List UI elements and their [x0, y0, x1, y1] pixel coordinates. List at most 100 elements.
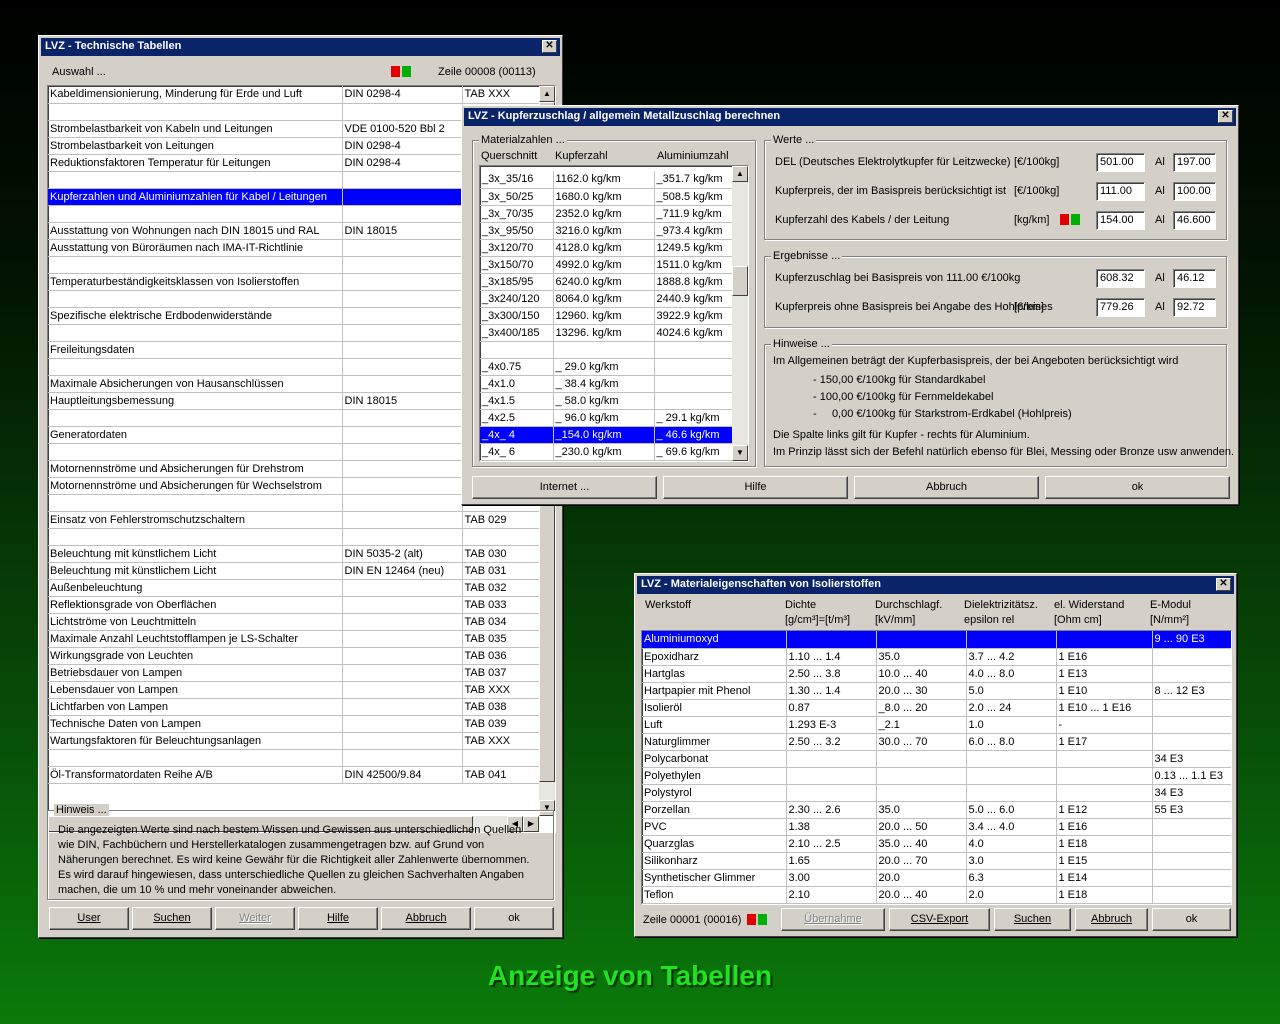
column-header: [N/mm²]	[1150, 614, 1190, 626]
material-row[interactable]: _4x2.5 _ 96.0 kg/km _ 29.1 kg/km	[480, 409, 733, 427]
ok-button[interactable]: ok	[1152, 908, 1231, 931]
isolierstoff-row[interactable]: Hartpapier mit Phenol 1.30 ... 1.4 20.0 ..…	[642, 682, 1231, 700]
table-row[interactable]: Technische Daten von Lampen TAB 039	[48, 715, 540, 733]
isolierstoff-row[interactable]: Quarzglas 2.10 ... 2.5 35.0 ... 40 4.0 1 E18	[642, 835, 1231, 853]
weiter-button[interactable]: Weiter	[215, 907, 295, 930]
isolierstoff-row[interactable]: Teflon 2.10 20.0 ... 40 2.0 1 E18	[642, 886, 1231, 904]
isolierstoff-row[interactable]: Isolieröl 0.87 _8.0 ... 20 2.0 ... 24 1 E10 …	[642, 699, 1231, 717]
ergebnis-cu-field[interactable]: 779.26	[1096, 298, 1145, 317]
material-row[interactable]: _3x120/70 4128.0 kg/km 1249.5 kg/km	[480, 239, 733, 257]
table-row[interactable]: Beleuchtung mit künstlichem Licht DIN 503…	[48, 545, 540, 563]
table-row[interactable]: Lebensdauer von Lampen TAB XXX	[48, 681, 540, 699]
table-cell: 3.7 ... 4.2	[966, 648, 1057, 666]
abbruch-button[interactable]: Abbruch	[854, 476, 1039, 499]
isolierstoff-row[interactable]: Aluminiumoxyd 9 ... 90 E3	[642, 631, 1231, 649]
table-row[interactable]: Beleuchtung mit künstlichem Licht DIN EN …	[48, 562, 540, 580]
material-row[interactable]: _3x240/120 8064.0 kg/km 2440.9 kg/km	[480, 290, 733, 308]
material-row[interactable]: _3x400/185 13296. kg/km 4024.6 kg/km	[480, 324, 733, 342]
scroll-thumb[interactable]	[732, 266, 748, 296]
hilfe-button[interactable]: Hilfe	[298, 907, 378, 930]
table-cell: 0.13 ... 1.1 E3	[1152, 767, 1231, 785]
isolierstoffe-list[interactable]: Aluminiumoxyd 9 ... 90 E3 Epoxidharz 1.10 .…	[641, 630, 1232, 905]
material-row[interactable]: _4x0.75 _ 29.0 kg/km	[480, 358, 733, 376]
isolierstoff-row[interactable]: Naturglimmer 2.50 ... 3.2 30.0 ... 70 6.0 .…	[642, 733, 1231, 751]
table-cell: 6.0 ... 8.0	[966, 733, 1057, 751]
table-row[interactable]: Außenbeleuchtung TAB 032	[48, 579, 540, 597]
isolierstoff-row[interactable]: PVC 1.38 20.0 ... 50 3.4 ... 4.0 1 E16	[642, 818, 1231, 836]
table-row[interactable]: Betriebsdauer von Lampen TAB 037	[48, 664, 540, 682]
table-row[interactable]	[48, 749, 540, 767]
window-title-bar[interactable]: LVZ - Kupferzuschlag / allgemein Metallz…	[464, 108, 1236, 126]
isolierstoff-row[interactable]: Polyethylen 0.13 ... 1.1 E3	[642, 767, 1231, 785]
material-row[interactable]: _3x300/150 12960. kg/km 3922.9 kg/km	[480, 307, 733, 325]
isolierstoff-row[interactable]: Luft 1.293 E-3 _2.1 1.0-	[642, 716, 1231, 734]
table-row[interactable]: Öl-Transformatordaten Reihe A/B DIN 42500…	[48, 766, 540, 784]
table-cell: Lichtfarben von Lampen	[48, 698, 343, 716]
material-row[interactable]: _4x1.5 _ 58.0 kg/km	[480, 392, 733, 410]
werte-cu-field[interactable]: 501.00	[1096, 153, 1145, 172]
scroll-up-icon[interactable]: ▲	[732, 166, 748, 182]
material-row[interactable]: _3x_95/50 3216.0 kg/km _973.4 kg/km	[480, 222, 733, 240]
material-row[interactable]: _3x150/70 4992.0 kg/km 1511.0 kg/km	[480, 256, 733, 274]
isolierstoff-row[interactable]: Epoxidharz 1.10 ... 1.4 35.0 3.7 ... 4.2 1 E…	[642, 648, 1231, 666]
uebernahme-button[interactable]: Übernahme	[781, 908, 885, 931]
isolierstoff-row[interactable]: Silikonharz 1.65 20.0 ... 70 3.0 1 E15	[642, 852, 1231, 870]
material-row[interactable]: _3x_35/16 1162.0 kg/km _351.7 kg/km	[480, 171, 733, 189]
close-icon[interactable]: ✕	[542, 40, 557, 53]
werte-al-field[interactable]: 46.600	[1173, 211, 1216, 230]
table-cell	[1056, 631, 1153, 649]
table-cell	[342, 732, 463, 750]
material-row[interactable]: _4x_ 4 _154.0 kg/km _ 46.6 kg/km	[480, 426, 733, 444]
material-row[interactable]: _4x1.0 _ 38.4 kg/km	[480, 375, 733, 393]
scroll-up-icon[interactable]: ▲	[539, 86, 555, 102]
isolierstoff-row[interactable]: Polystyrol 34 E3	[642, 784, 1231, 802]
isolierstoff-row[interactable]: Hartglas 2.50 ... 3.8 10.0 ... 40 4.0 ... 8…	[642, 665, 1231, 683]
ergebnis-cu-field[interactable]: 608.32	[1096, 269, 1145, 288]
isolierstoff-row[interactable]: Synthetischer Glimmer 3.00 20.0 6.3 1 E14	[642, 869, 1231, 887]
vertical-scrollbar[interactable]: ▲ ▼	[732, 166, 748, 461]
material-row[interactable]: _3x_70/35 2352.0 kg/km _711.9 kg/km	[480, 205, 733, 223]
table-row[interactable]: Maximale Anzahl Leuchtstofflampen je LS-…	[48, 630, 540, 648]
table-row[interactable]: Wartungsfaktoren für Beleuchtungsanlagen…	[48, 732, 540, 750]
table-row[interactable]: Wirkungsgrade von Leuchten TAB 036	[48, 647, 540, 665]
abbruch-button[interactable]: Abbruch	[381, 907, 471, 930]
table-row[interactable]: Lichtfarben von Lampen TAB 038	[48, 698, 540, 716]
window-kupferzuschlag: LVZ - Kupferzuschlag / allgemein Metallz…	[461, 105, 1239, 505]
werte-al-field[interactable]: 197.00	[1173, 153, 1216, 172]
internet-button[interactable]: Internet ...	[472, 476, 657, 499]
ok-button[interactable]: ok	[1045, 476, 1230, 499]
close-icon[interactable]: ✕	[1216, 578, 1231, 591]
materialzahlen-list[interactable]: _3x_35/16 1162.0 kg/km _351.7 kg/km _3x_50/…	[479, 165, 749, 462]
close-icon[interactable]: ✕	[1218, 110, 1233, 123]
table-row[interactable]	[48, 528, 540, 546]
user-button[interactable]: User	[49, 907, 129, 930]
ergebnis-al-field[interactable]: 92.72	[1173, 298, 1216, 317]
material-row[interactable]: _3x185/95 6240.0 kg/km 1888.8 kg/km	[480, 273, 733, 291]
hilfe-button[interactable]: Hilfe	[663, 476, 848, 499]
table-row[interactable]: Kabeldimensionierung, Minderung für Erde…	[48, 86, 540, 104]
isolierstoff-row[interactable]: Porzellan 2.30 ... 2.6 35.0 5.0 ... 6.0 1 E1…	[642, 801, 1231, 819]
table-row[interactable]: Einsatz von Fehlerstromschutzschaltern TA…	[48, 511, 540, 529]
window-title-bar[interactable]: LVZ - Materialeigenschaften von Isoliers…	[637, 576, 1234, 594]
scroll-down-icon[interactable]: ▼	[732, 445, 748, 461]
window-title-bar[interactable]: LVZ - Technische Tabellen ✕	[41, 38, 560, 56]
ergebnis-al-field[interactable]: 46.12	[1173, 269, 1216, 288]
material-row[interactable]: _3x_50/25 1680.0 kg/km _508.5 kg/km	[480, 188, 733, 206]
csv-export-button[interactable]: CSV-Export	[889, 908, 990, 931]
werte-cu-field[interactable]: 154.00	[1096, 211, 1145, 230]
ok-button[interactable]: ok	[474, 907, 554, 930]
material-row[interactable]	[480, 341, 733, 359]
werte-cu-field[interactable]: 111.00	[1096, 182, 1145, 201]
isolierstoff-row[interactable]: Polycarbonat 34 E3	[642, 750, 1231, 768]
table-cell	[342, 324, 463, 342]
table-row[interactable]: Lichtströme von Leuchtmitteln TAB 034	[48, 613, 540, 631]
table-cell	[342, 511, 463, 529]
material-row[interactable]: _4x_ 6 _230.0 kg/km _ 69.6 kg/km	[480, 443, 733, 461]
table-row[interactable]: Reflektionsgrade von Oberflächen TAB 033	[48, 596, 540, 614]
suchen-button[interactable]: Suchen	[132, 907, 212, 930]
table-cell	[553, 341, 655, 359]
suchen-button[interactable]: Suchen	[994, 908, 1071, 931]
werte-al-field[interactable]: 100.00	[1173, 182, 1216, 201]
abbruch-button[interactable]: Abbruch	[1075, 908, 1148, 931]
table-cell: Naturglimmer	[642, 733, 787, 751]
